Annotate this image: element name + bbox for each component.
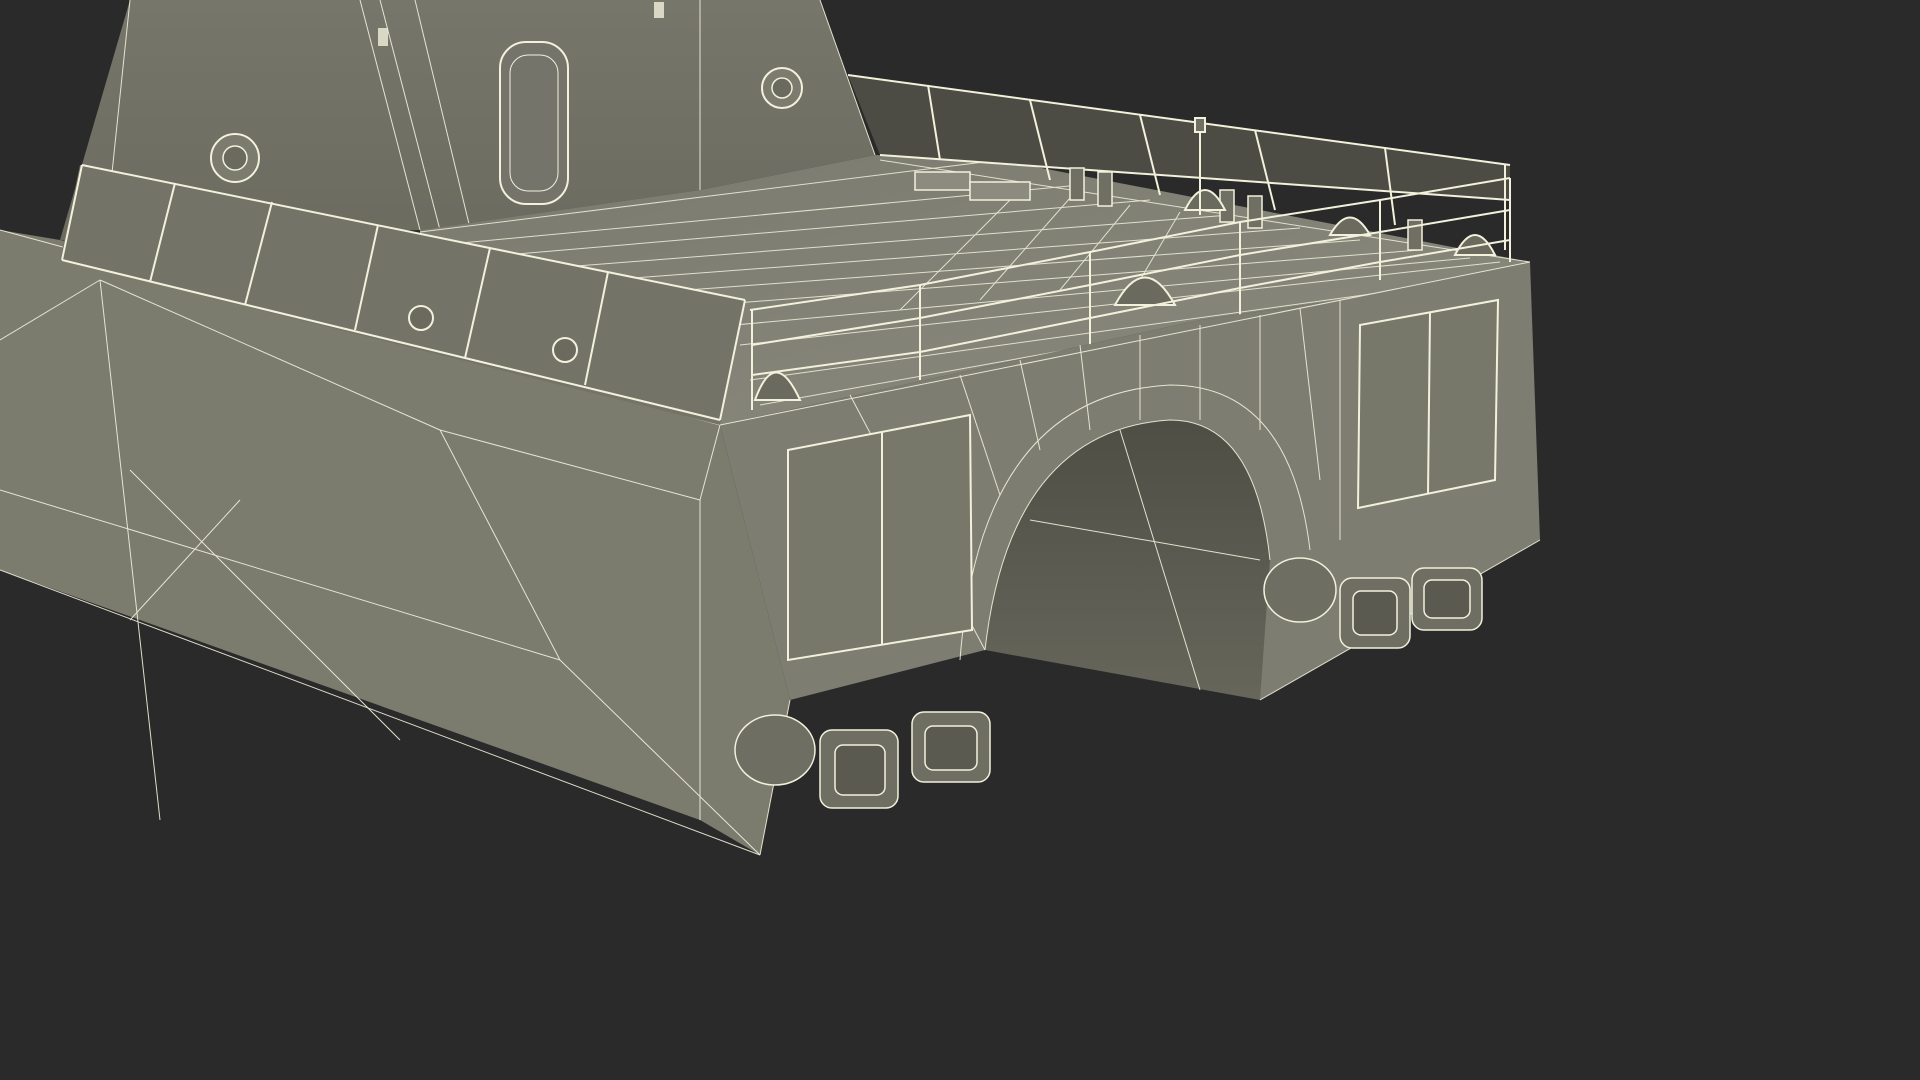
light-fixture — [378, 28, 388, 46]
vessel-render — [0, 0, 1568, 882]
porthole-icon — [408, 305, 434, 331]
transom-hatch-left — [787, 413, 974, 662]
life-ring-right — [761, 67, 803, 109]
light-fixture — [654, 2, 664, 18]
life-ring-left — [210, 133, 260, 183]
porthole-icon — [552, 337, 578, 363]
transom-hatch-right — [1356, 298, 1500, 510]
watertight-door — [499, 41, 569, 205]
3d-render-viewport — [0, 0, 1568, 882]
